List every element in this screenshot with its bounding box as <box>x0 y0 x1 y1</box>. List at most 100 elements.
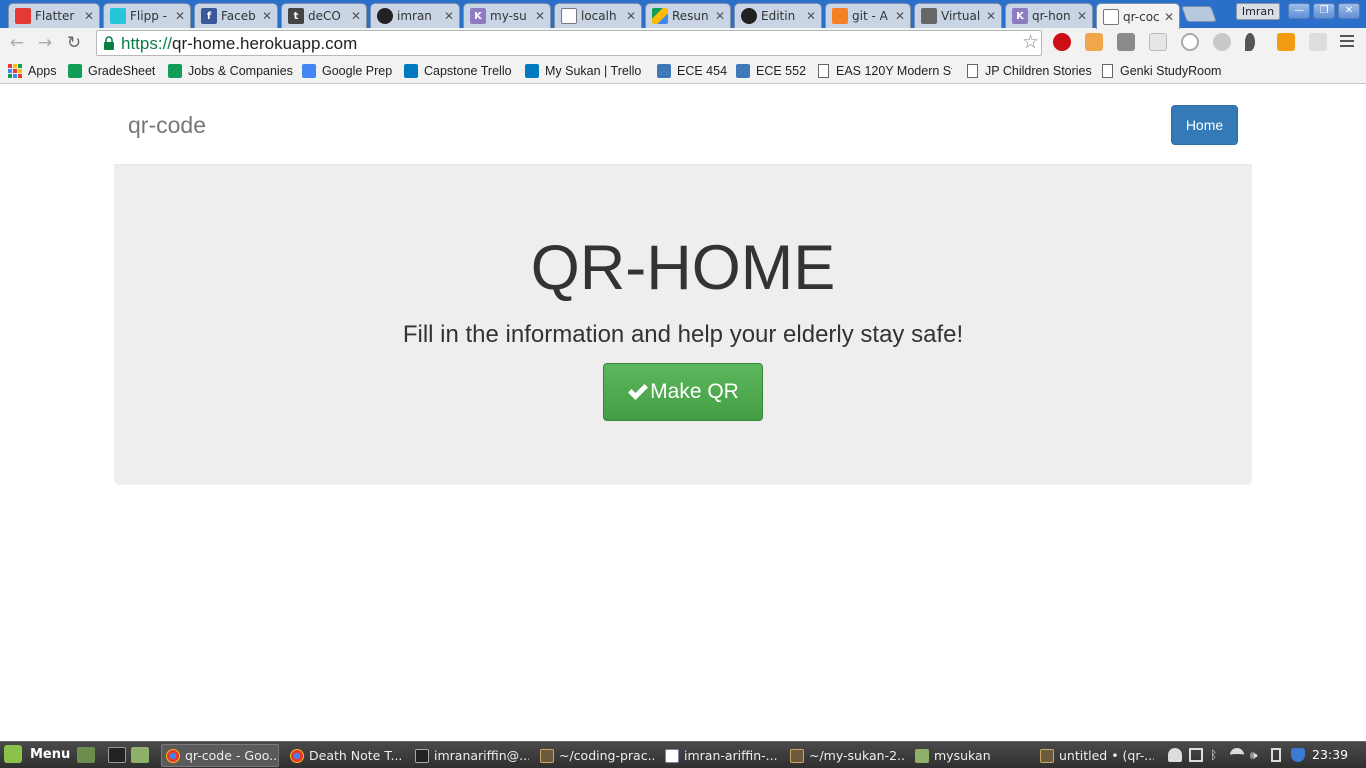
extension-icon[interactable] <box>1181 33 1199 51</box>
battery-icon[interactable] <box>1271 748 1281 762</box>
tab-title: Virtual <box>941 9 981 23</box>
extension-icon[interactable] <box>1149 33 1167 51</box>
tab-close-icon[interactable]: ✕ <box>805 9 817 23</box>
lead-text: Fill in the information and help your el… <box>402 321 964 348</box>
taskbar-task[interactable]: ~/coding-prac... <box>536 744 654 767</box>
make-qr-label: Make QR <box>650 380 739 403</box>
taskbar-task[interactable]: Death Note T... <box>286 744 404 767</box>
bookmark-item[interactable]: ECE 552 <box>736 62 806 80</box>
tab-close-icon[interactable]: ✕ <box>625 9 637 23</box>
extension-icon[interactable] <box>1213 33 1231 51</box>
tab-title: Resun <box>672 9 709 23</box>
url-text: https://qr-home.herokuapp.com <box>121 34 357 54</box>
volume-icon[interactable]: 🕪 <box>1250 748 1264 762</box>
chrome-icon <box>290 748 304 763</box>
bookmark-item[interactable]: Genki StudyRoom <box>1102 62 1221 80</box>
taskbar-task[interactable]: untitled • (qr-... <box>1036 744 1154 767</box>
taskbar-task[interactable]: imran-ariffin-... <box>661 744 779 767</box>
heroku-icon: K <box>470 8 486 24</box>
task-label: imran-ariffin-... <box>684 748 778 763</box>
opera-extension-icon[interactable] <box>1053 33 1071 51</box>
taskbar-task[interactable]: imranariffin@... <box>411 744 529 767</box>
bookmark-item[interactable]: Jobs & Companies <box>168 62 293 80</box>
extension-icon[interactable] <box>1117 33 1135 51</box>
browser-tab[interactable]: Virtual ✕ <box>914 3 1002 28</box>
bookmark-label: Apps <box>28 64 57 78</box>
bluetooth-icon[interactable]: ᛒ <box>1210 748 1224 762</box>
facebook-icon: f <box>201 8 217 24</box>
github-icon <box>377 8 393 24</box>
tab-close-icon[interactable]: ✕ <box>894 9 906 23</box>
chrome-icon <box>166 748 180 763</box>
clock[interactable]: 23:39 <box>1312 747 1348 762</box>
bookmark-item[interactable]: My Sukan | Trello <box>525 62 641 80</box>
task-label: qr-code - Goo... <box>185 748 279 763</box>
page-title: QR-HOME <box>530 233 836 303</box>
tab-close-icon[interactable]: ✕ <box>714 9 726 23</box>
browser-tab[interactable]: localh ✕ <box>554 3 642 28</box>
task-label: ~/my-sukan-2... <box>809 748 904 763</box>
close-window-icon[interactable]: ✕ <box>1338 3 1360 19</box>
tab-close-icon[interactable]: ✕ <box>1076 9 1088 23</box>
tab-title: my-su <box>490 9 527 23</box>
shield-icon[interactable] <box>1291 748 1305 762</box>
profile-button[interactable]: Imran <box>1236 3 1280 20</box>
browser-tab[interactable]: Editin ✕ <box>734 3 822 28</box>
user-icon[interactable] <box>1168 748 1182 762</box>
forward-arrow-icon[interactable]: → <box>34 32 56 54</box>
browser-tab[interactable]: t deCO ✕ <box>281 3 367 28</box>
bookmark-item[interactable]: EAS 120Y Modern St <box>818 62 952 80</box>
browser-tab-active[interactable]: qr-coc ✕ <box>1096 3 1180 29</box>
stackoverflow-icon <box>832 8 848 24</box>
make-qr-button[interactable]: Make QR <box>603 363 763 421</box>
taskbar-task-active[interactable]: qr-code - Goo... <box>161 744 279 767</box>
extension-icon[interactable] <box>1245 33 1255 51</box>
tab-close-icon[interactable]: ✕ <box>174 9 186 23</box>
back-arrow-icon[interactable]: ← <box>6 32 28 54</box>
browser-tab[interactable]: Flatter ✕ <box>8 3 100 28</box>
linux-mint-icon <box>4 745 22 763</box>
terminal-icon[interactable] <box>108 747 126 763</box>
minimize-window-icon[interactable]: — <box>1288 3 1310 19</box>
navbar-brand[interactable]: qr-code <box>128 112 206 139</box>
update-manager-icon[interactable] <box>1189 748 1203 762</box>
reload-icon[interactable]: ↻ <box>63 32 85 54</box>
browser-tab[interactable]: imran ✕ <box>370 3 460 28</box>
tab-close-icon[interactable]: ✕ <box>350 9 362 23</box>
extension-icon[interactable] <box>1309 33 1327 51</box>
tab-close-icon[interactable]: ✕ <box>443 9 455 23</box>
browser-tab[interactable]: K my-su ✕ <box>463 3 551 28</box>
sublime-text-icon <box>540 748 554 763</box>
folder-icon[interactable] <box>131 747 149 763</box>
browser-tab[interactable]: Flipp - ✕ <box>103 3 191 28</box>
task-label: ~/coding-prac... <box>559 748 654 763</box>
bookmark-item[interactable]: GradeSheet <box>68 62 155 80</box>
tab-close-icon[interactable]: ✕ <box>1163 10 1175 24</box>
bookmark-item[interactable]: Google Prep <box>302 62 392 80</box>
home-nav-button[interactable]: Home <box>1171 105 1238 145</box>
bookmark-item[interactable]: Capstone Trello <box>404 62 512 80</box>
wifi-icon[interactable] <box>1230 748 1244 762</box>
new-tab-button[interactable] <box>1181 6 1217 22</box>
bookmark-star-icon[interactable]: ☆ <box>1022 31 1039 53</box>
tab-close-icon[interactable]: ✕ <box>534 9 546 23</box>
taskbar-task[interactable]: mysukan <box>911 744 1029 767</box>
address-bar[interactable]: https://qr-home.herokuapp.com ☆ <box>96 30 1042 56</box>
bookmark-item[interactable]: ECE 454 <box>657 62 727 80</box>
browser-tab[interactable]: K qr-hon ✕ <box>1005 3 1093 28</box>
extension-icon[interactable] <box>1085 33 1103 51</box>
start-menu-button[interactable]: Menu <box>4 745 70 763</box>
taskbar-task[interactable]: ~/my-sukan-2... <box>786 744 904 767</box>
restore-window-icon[interactable]: ❐ <box>1313 3 1335 19</box>
show-desktop-icon[interactable] <box>77 747 95 763</box>
browser-tab[interactable]: f Faceb ✕ <box>194 3 278 28</box>
tab-close-icon[interactable]: ✕ <box>261 9 273 23</box>
chrome-menu-icon[interactable] <box>1340 35 1354 50</box>
bookmark-apps[interactable]: Apps <box>8 62 57 80</box>
bookmark-item[interactable]: JP Children Stories <box>967 62 1092 80</box>
browser-tab[interactable]: git - A ✕ <box>825 3 911 28</box>
tab-close-icon[interactable]: ✕ <box>83 9 95 23</box>
browser-tab[interactable]: Resun ✕ <box>645 3 731 28</box>
extension-icon[interactable] <box>1277 33 1295 51</box>
tab-close-icon[interactable]: ✕ <box>985 9 997 23</box>
